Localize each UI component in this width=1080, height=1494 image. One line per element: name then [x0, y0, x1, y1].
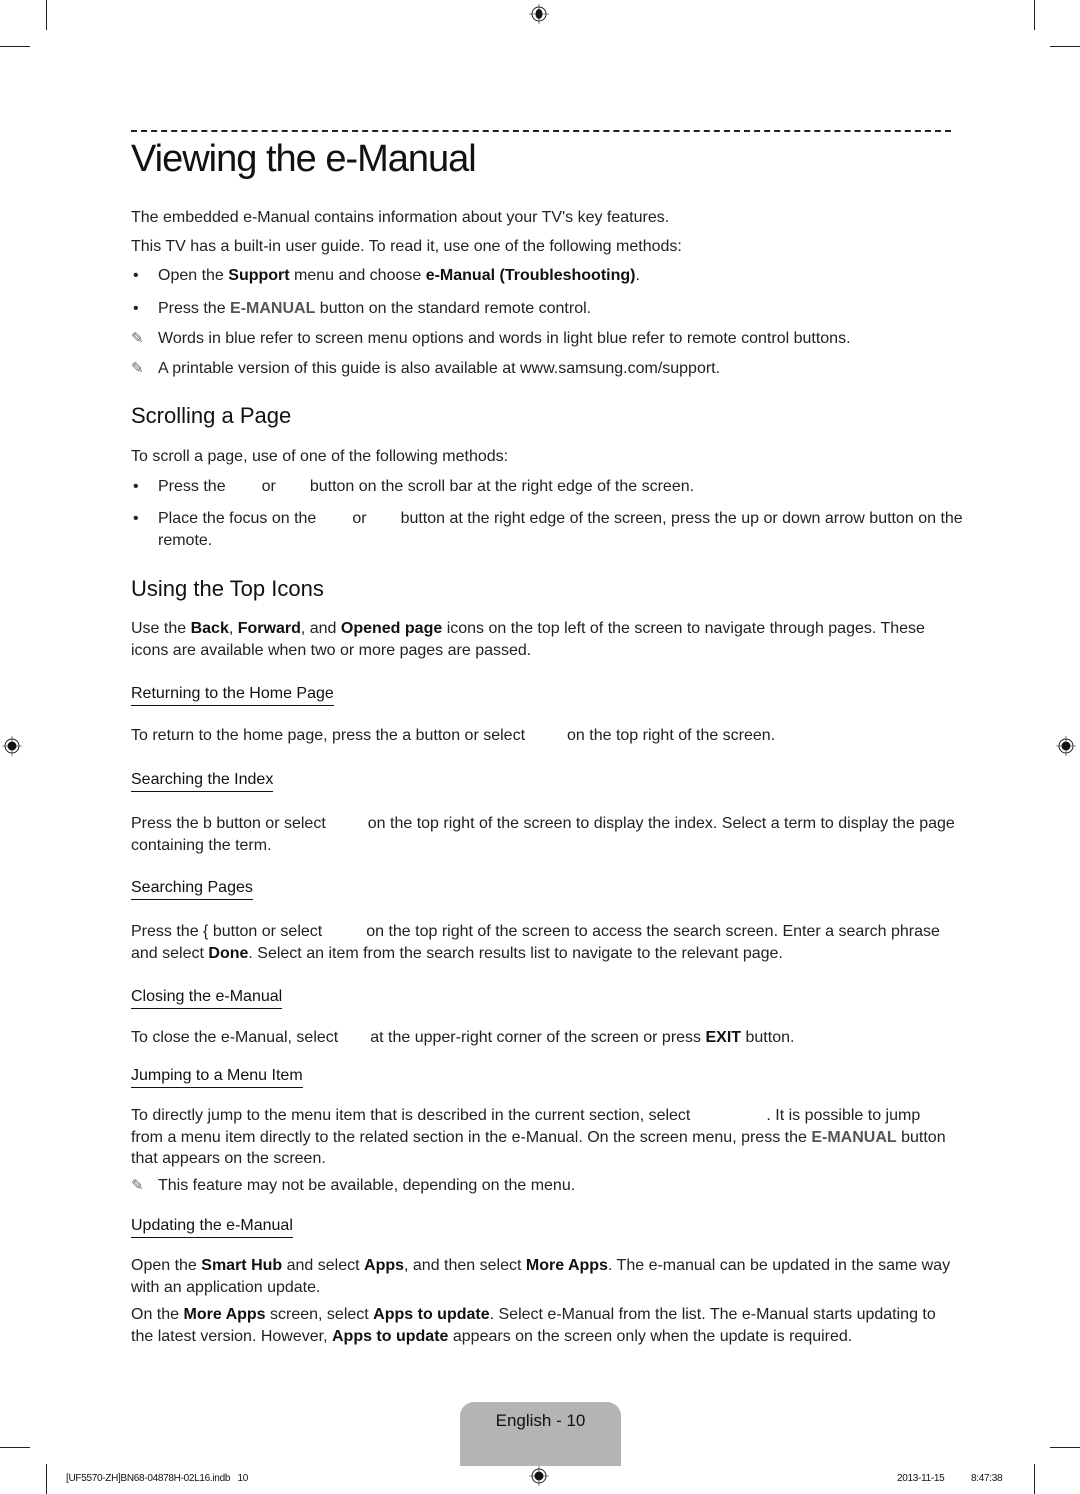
note-pencil-icon: ✎: [131, 330, 144, 347]
subsection-heading: Searching Pages: [131, 879, 253, 900]
paragraph: Open the Smart Hub and select Apps, and …: [131, 1257, 951, 1296]
note-pencil-icon: ✎: [131, 360, 144, 377]
note-item: ✎ Words in blue refer to screen menu opti…: [131, 328, 983, 350]
intro-paragraph: This TV has a built-in user guide. To re…: [131, 238, 682, 255]
paragraph: To return to the home page, press the a …: [131, 727, 776, 744]
print-slug-file: [UF5570-ZH]BN68-04878H-02L16.indb 10: [66, 1473, 249, 1484]
subsection-heading: Closing the e-Manual: [131, 988, 283, 1009]
note-item: ✎ This feature may not be available, depe…: [131, 1175, 983, 1197]
crop-mark: [46, 1464, 47, 1494]
paragraph: Use the Back, Forward, and Opened page i…: [131, 620, 925, 659]
subsection-heading: Updating the e-Manual: [131, 1217, 293, 1238]
crop-mark: [1034, 1464, 1035, 1494]
page-title: Viewing the e-Manual: [131, 138, 477, 180]
menu-term: Support: [228, 267, 290, 284]
crop-mark: [0, 46, 30, 47]
intro-paragraph: The embedded e-Manual contains informati…: [131, 209, 670, 226]
menu-term: e-Manual (Troubleshooting): [425, 267, 636, 284]
note-pencil-icon: ✎: [131, 1177, 144, 1194]
bullet-item: Open the Support menu and choose e-Manua…: [131, 265, 983, 287]
registration-mark-icon: [1056, 736, 1076, 756]
print-slug-time: 8:47:38: [971, 1473, 1003, 1484]
bullet-item: Press the E-MANUAL button on the standar…: [131, 298, 983, 320]
bullet-item: Press theorbutton on the scroll bar at t…: [131, 476, 983, 498]
crop-mark: [1050, 1447, 1080, 1448]
crop-mark: [0, 1447, 30, 1448]
paragraph: To close the e-Manual, select at the uppe…: [131, 1029, 795, 1046]
page-number-tab: English - 10: [460, 1402, 621, 1466]
section-heading: Using the Top Icons: [131, 576, 324, 601]
paragraph: On the More Apps screen, select Apps to …: [131, 1306, 936, 1345]
bullet-item: Place the focus on theorbutton at the ri…: [131, 508, 983, 551]
page-number: English - 10: [495, 1411, 586, 1430]
print-slug-date: 2013-11-15: [897, 1473, 945, 1484]
registration-mark-icon: [2, 736, 22, 756]
subsection-heading: Jumping to a Menu Item: [131, 1067, 303, 1088]
subsection-heading: Searching the Index: [131, 771, 274, 792]
title-rule: [131, 130, 951, 132]
subsection-heading: Returning to the Home Page: [131, 685, 334, 706]
remote-button-term: E-MANUAL: [230, 300, 316, 317]
paragraph: Press the { button or select on the top r…: [131, 923, 940, 962]
paragraph: Press the b button or select on the top r…: [131, 815, 955, 854]
note-item: ✎ A printable version of this guide is al…: [131, 358, 983, 380]
registration-mark-icon: [529, 4, 549, 24]
crop-mark: [46, 0, 47, 30]
registration-mark-icon: [529, 1466, 549, 1486]
paragraph: To directly jump to the menu item that i…: [131, 1107, 946, 1167]
section-heading: Scrolling a Page: [131, 403, 292, 428]
crop-mark: [1034, 0, 1035, 30]
paragraph: To scroll a page, use of one of the foll…: [131, 448, 509, 465]
crop-mark: [1050, 46, 1080, 47]
